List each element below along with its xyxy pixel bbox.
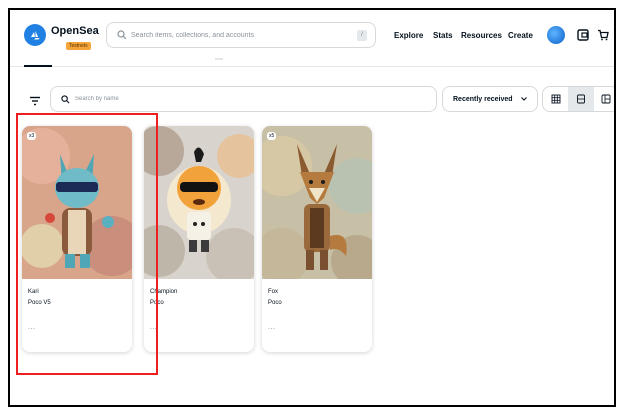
grid-icon: [551, 94, 561, 104]
profile-avatar[interactable]: [547, 26, 565, 44]
nav-stats[interactable]: Stats: [433, 31, 453, 40]
brand-name[interactable]: OpenSea: [51, 25, 99, 37]
nft-card-champion[interactable]: Champion Poco ...: [144, 126, 254, 352]
grid-large-view-button[interactable]: [543, 87, 568, 111]
tab-stub: [215, 58, 223, 60]
name-search-input[interactable]: [75, 96, 415, 102]
nft-image-fox[interactable]: x5: [262, 126, 372, 279]
opensea-logo-icon[interactable]: [24, 24, 46, 46]
list-view-icon: [601, 94, 611, 104]
view-toggle-group: [542, 86, 614, 112]
more-options-icon[interactable]: ...: [268, 324, 275, 331]
nft-card-fox[interactable]: x5 Fox Poco ...: [262, 126, 372, 352]
quantity-badge: x5: [267, 132, 277, 140]
cart-icon[interactable]: [594, 26, 612, 44]
filter-icon[interactable]: [29, 95, 41, 107]
nav-create[interactable]: Create: [508, 31, 533, 40]
nav-resources[interactable]: Resources: [461, 31, 502, 40]
tabs-divider: [10, 66, 614, 67]
sort-select-label: Recently received: [453, 95, 513, 103]
grid-medium-icon: [577, 94, 585, 104]
search-icon: [117, 30, 127, 40]
search-icon: [61, 94, 70, 103]
top-header: OpenSea Testnets / Explore Stats Resourc…: [10, 10, 614, 60]
grid-medium-view-button[interactable]: [568, 87, 594, 111]
wallet-icon[interactable]: [574, 26, 592, 44]
nft-collection[interactable]: Poco: [268, 300, 282, 306]
nft-image-champion[interactable]: [144, 126, 254, 279]
nft-name: Fox: [268, 289, 279, 295]
global-search[interactable]: /: [106, 22, 376, 48]
global-search-input[interactable]: [131, 31, 351, 39]
list-view-button[interactable]: [594, 87, 614, 111]
sort-select[interactable]: Recently received: [442, 86, 538, 112]
search-shortcut-key: /: [357, 30, 367, 41]
name-search[interactable]: [50, 86, 437, 112]
testnet-badge: Testnets: [66, 42, 91, 50]
active-tab-indicator[interactable]: [24, 65, 52, 67]
chevron-down-icon: [521, 97, 527, 101]
highlight-annotation: [16, 113, 158, 375]
nav-explore[interactable]: Explore: [394, 31, 423, 40]
